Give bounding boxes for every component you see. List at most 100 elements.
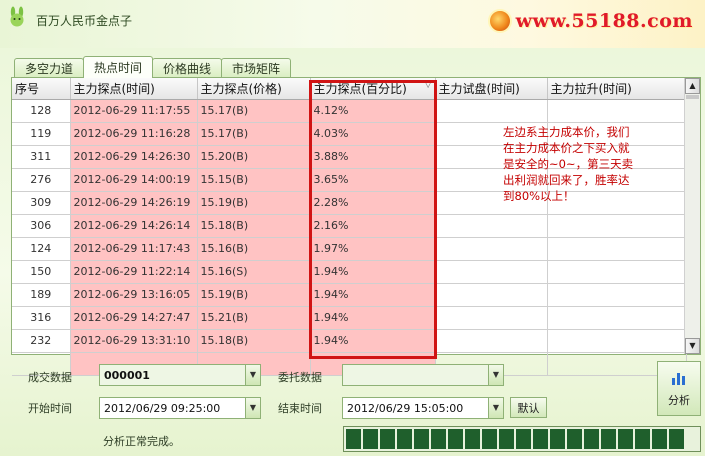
trade-data-label: 成交数据 <box>28 371 72 384</box>
header-row: 序号 主力探点(时间) 主力探点(价格) 主力探点(百分比) ▽ 主力试盘(时间)… <box>12 78 687 100</box>
order-data-label: 委托数据 <box>278 371 322 384</box>
table-cell <box>547 260 687 284</box>
table-cell <box>435 283 548 307</box>
progress-segment <box>499 429 514 449</box>
progress-segment <box>533 429 548 449</box>
brand-emblem-icon <box>487 9 512 33</box>
table-row[interactable]: 232 2012-06-29 13:31:10 15.18(B) 1.94% <box>12 329 687 353</box>
bar-chart-icon <box>672 372 685 385</box>
table-cell: 15.15(B) <box>197 168 311 192</box>
end-time-value: 2012/06/29 15:05:00 <box>347 401 464 415</box>
progress-segment <box>669 429 684 449</box>
column-header-probe-time[interactable]: 主力探点(时间) <box>70 78 198 100</box>
vertical-scrollbar[interactable]: ▲ ▼ <box>684 78 700 354</box>
table-cell: 15.19(B) <box>197 283 311 307</box>
table-cell: 311 <box>12 145 71 169</box>
table-cell: 2012-06-29 13:31:10 <box>70 329 198 353</box>
progress-segment <box>346 429 361 449</box>
table-cell <box>547 283 687 307</box>
column-header-probe-price[interactable]: 主力探点(价格) <box>197 78 311 100</box>
chevron-down-icon[interactable]: ▼ <box>488 398 503 418</box>
table-cell: 150 <box>12 260 71 284</box>
table-cell <box>547 306 687 330</box>
table-cell: 2012-06-29 14:26:30 <box>70 145 198 169</box>
table-row[interactable]: 306 2012-06-29 14:26:14 15.18(B) 2.16% <box>12 214 687 238</box>
table-cell: 3.88% <box>310 145 436 169</box>
table-cell: 2012-06-29 11:16:28 <box>70 122 198 146</box>
table-cell: 1.94% <box>310 283 436 307</box>
table-row[interactable]: 128 2012-06-29 11:17:55 15.17(B) 4.12% <box>12 99 687 123</box>
table-cell: 2012-06-29 14:00:19 <box>70 168 198 192</box>
table-cell: 15.17(B) <box>197 99 311 123</box>
table-cell <box>547 237 687 261</box>
table-cell: 15.21(B) <box>197 306 311 330</box>
table-cell <box>547 329 687 353</box>
table-row[interactable]: 150 2012-06-29 11:22:14 15.16(S) 1.94% <box>12 260 687 284</box>
order-data-combo[interactable]: ▼ <box>342 364 504 386</box>
scroll-down-icon[interactable]: ▼ <box>685 338 700 354</box>
table-cell: 124 <box>12 237 71 261</box>
brand-logo: www.55188.com <box>487 8 693 34</box>
chevron-down-icon[interactable]: ▼ <box>245 398 260 418</box>
tab-long-short-force[interactable]: 多空力道 <box>14 58 85 78</box>
tab-market-matrix[interactable]: 市场矩阵 <box>221 58 292 78</box>
column-header-probe-percent[interactable]: 主力探点(百分比) ▽ <box>310 78 436 100</box>
progress-segment <box>431 429 446 449</box>
column-header-index[interactable]: 序号 <box>12 78 71 100</box>
scroll-thumb[interactable] <box>686 95 699 99</box>
table-cell <box>435 237 548 261</box>
table-cell: 15.19(B) <box>197 191 311 215</box>
table-cell <box>435 306 548 330</box>
column-header-pull-time[interactable]: 主力拉升(时间) <box>547 78 687 100</box>
table-cell: 15.17(B) <box>197 122 311 146</box>
table-cell: 276 <box>12 168 71 192</box>
progress-segment <box>482 429 497 449</box>
annotation-note: 左边系主力成本价，我们在主力成本价之下买入就是安全的~0~，第三天卖出利润就回来… <box>503 125 634 203</box>
progress-segment <box>618 429 633 449</box>
chevron-down-icon[interactable]: ▼ <box>488 365 503 385</box>
tab-price-curve[interactable]: 价格曲线 <box>152 58 223 78</box>
default-button[interactable]: 默认 <box>510 397 547 418</box>
analyze-button-label: 分析 <box>668 393 690 407</box>
trade-data-combo[interactable]: 000001 ▼ <box>99 364 261 386</box>
table-cell <box>435 214 548 238</box>
progress-segment <box>397 429 412 449</box>
progress-segment <box>380 429 395 449</box>
table-row[interactable]: 124 2012-06-29 11:17:43 15.16(B) 1.97% <box>12 237 687 261</box>
start-time-picker[interactable]: 2012/06/29 09:25:00 ▼ <box>99 397 261 419</box>
table-cell: 2012-06-29 11:22:14 <box>70 260 198 284</box>
table-cell: 2012-06-29 11:17:43 <box>70 237 198 261</box>
table-cell: 4.03% <box>310 122 436 146</box>
column-header-test-time[interactable]: 主力试盘(时间) <box>435 78 548 100</box>
table-cell: 119 <box>12 122 71 146</box>
table-cell: 1.94% <box>310 306 436 330</box>
scroll-up-icon[interactable]: ▲ <box>685 78 700 94</box>
table-row[interactable]: 189 2012-06-29 13:16:05 15.19(B) 1.94% <box>12 283 687 307</box>
status-text: 分析正常完成。 <box>103 435 180 448</box>
table-cell: 128 <box>12 99 71 123</box>
progress-segment <box>516 429 531 449</box>
table-cell <box>547 214 687 238</box>
progress-bar <box>343 426 701 452</box>
start-time-label: 开始时间 <box>28 402 72 415</box>
trade-data-value: 000001 <box>104 368 150 382</box>
table-cell: 15.18(B) <box>197 214 311 238</box>
chevron-down-icon[interactable]: ▼ <box>245 365 260 385</box>
end-time-picker[interactable]: 2012/06/29 15:05:00 ▼ <box>342 397 504 419</box>
rabbit-app-icon <box>10 6 24 27</box>
table-row[interactable]: 316 2012-06-29 14:27:47 15.21(B) 1.94% <box>12 306 687 330</box>
table-cell: 2.28% <box>310 191 436 215</box>
table-cell: 4.12% <box>310 99 436 123</box>
analyze-button[interactable]: 分析 <box>657 361 701 416</box>
table-cell: 232 <box>12 329 71 353</box>
table-cell: 189 <box>12 283 71 307</box>
progress-segment <box>465 429 480 449</box>
table-cell <box>435 329 548 353</box>
table-cell: 306 <box>12 214 71 238</box>
tab-bar: 多空力道 热点时间 价格曲线 市场矩阵 <box>14 56 292 78</box>
progress-segment <box>448 429 463 449</box>
tab-hot-time[interactable]: 热点时间 <box>83 56 154 78</box>
table-cell <box>435 99 548 123</box>
table-cell: 2012-06-29 13:16:05 <box>70 283 198 307</box>
table-cell: 15.20(B) <box>197 145 311 169</box>
